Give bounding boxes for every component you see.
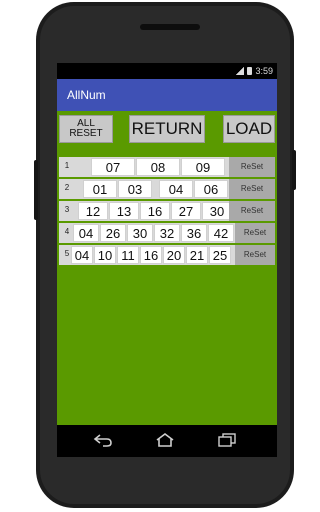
- number-row-5: 5 04 10 11 16 20 21 25 ReSet: [59, 245, 275, 265]
- number-cell[interactable]: 10: [94, 246, 116, 264]
- number-cell[interactable]: 30: [202, 202, 232, 220]
- number-cell[interactable]: 20: [163, 246, 185, 264]
- row-reset-button[interactable]: ReSet: [229, 157, 275, 177]
- number-cell[interactable]: 12: [78, 202, 108, 220]
- screen: 3:59 AllNum ALL RESET RETURN LOAD 1 07 0…: [57, 63, 277, 425]
- number-cell[interactable]: 36: [181, 224, 207, 242]
- content-area: ALL RESET RETURN LOAD 1 07 08 09 ReSet 2…: [57, 111, 277, 425]
- battery-icon: [247, 67, 253, 75]
- row-reset-button[interactable]: ReSet: [229, 179, 275, 199]
- row-reset-button[interactable]: ReSet: [235, 223, 275, 243]
- number-cell[interactable]: 21: [186, 246, 208, 264]
- number-row-1: 1 07 08 09 ReSet: [59, 157, 275, 177]
- row-number: 1: [64, 161, 70, 170]
- back-icon[interactable]: [93, 433, 113, 447]
- signal-icon: [236, 67, 245, 75]
- action-bar: AllNum: [57, 79, 277, 111]
- status-time: 3:59: [255, 66, 273, 76]
- number-cell[interactable]: 30: [127, 224, 153, 242]
- number-cell[interactable]: 13: [109, 202, 139, 220]
- row-reset-button[interactable]: ReSet: [235, 245, 275, 265]
- number-cell[interactable]: 26: [100, 224, 126, 242]
- side-button-left: [34, 160, 38, 220]
- number-cell[interactable]: 01: [83, 180, 117, 198]
- app-title: AllNum: [67, 88, 106, 102]
- return-button[interactable]: RETURN: [129, 115, 205, 143]
- side-button-right: [292, 150, 296, 190]
- number-cell[interactable]: 08: [136, 158, 180, 176]
- number-cell[interactable]: 06: [194, 180, 228, 198]
- navigation-bar: [57, 425, 277, 457]
- home-icon[interactable]: [155, 433, 175, 447]
- number-cell[interactable]: 25: [209, 246, 231, 264]
- number-cell[interactable]: 16: [140, 202, 170, 220]
- number-cell[interactable]: 09: [181, 158, 225, 176]
- number-cell[interactable]: 27: [171, 202, 201, 220]
- load-button[interactable]: LOAD: [223, 115, 275, 143]
- row-reset-button[interactable]: ReSet: [229, 201, 275, 221]
- number-cell[interactable]: 42: [208, 224, 234, 242]
- recent-apps-icon[interactable]: [217, 433, 237, 447]
- number-cell[interactable]: 16: [140, 246, 162, 264]
- number-cell[interactable]: 11: [117, 246, 139, 264]
- number-cell[interactable]: 04: [71, 246, 93, 264]
- earpiece-speaker: [140, 24, 200, 30]
- number-cell[interactable]: 03: [118, 180, 152, 198]
- status-bar: 3:59: [57, 63, 277, 79]
- number-cell[interactable]: 32: [154, 224, 180, 242]
- number-row-4: 4 04 26 30 32 36 42 ReSet: [59, 223, 275, 243]
- number-cell[interactable]: 04: [159, 180, 193, 198]
- row-number: 2: [64, 183, 70, 192]
- number-cell[interactable]: 07: [91, 158, 135, 176]
- all-reset-button[interactable]: ALL RESET: [59, 115, 113, 143]
- number-row-2: 2 01 03 04 06 ReSet: [59, 179, 275, 199]
- row-number: 4: [64, 227, 70, 236]
- number-row-3: 3 12 13 16 27 30 ReSet: [59, 201, 275, 221]
- row-number: 3: [64, 205, 70, 214]
- number-cell[interactable]: 04: [73, 224, 99, 242]
